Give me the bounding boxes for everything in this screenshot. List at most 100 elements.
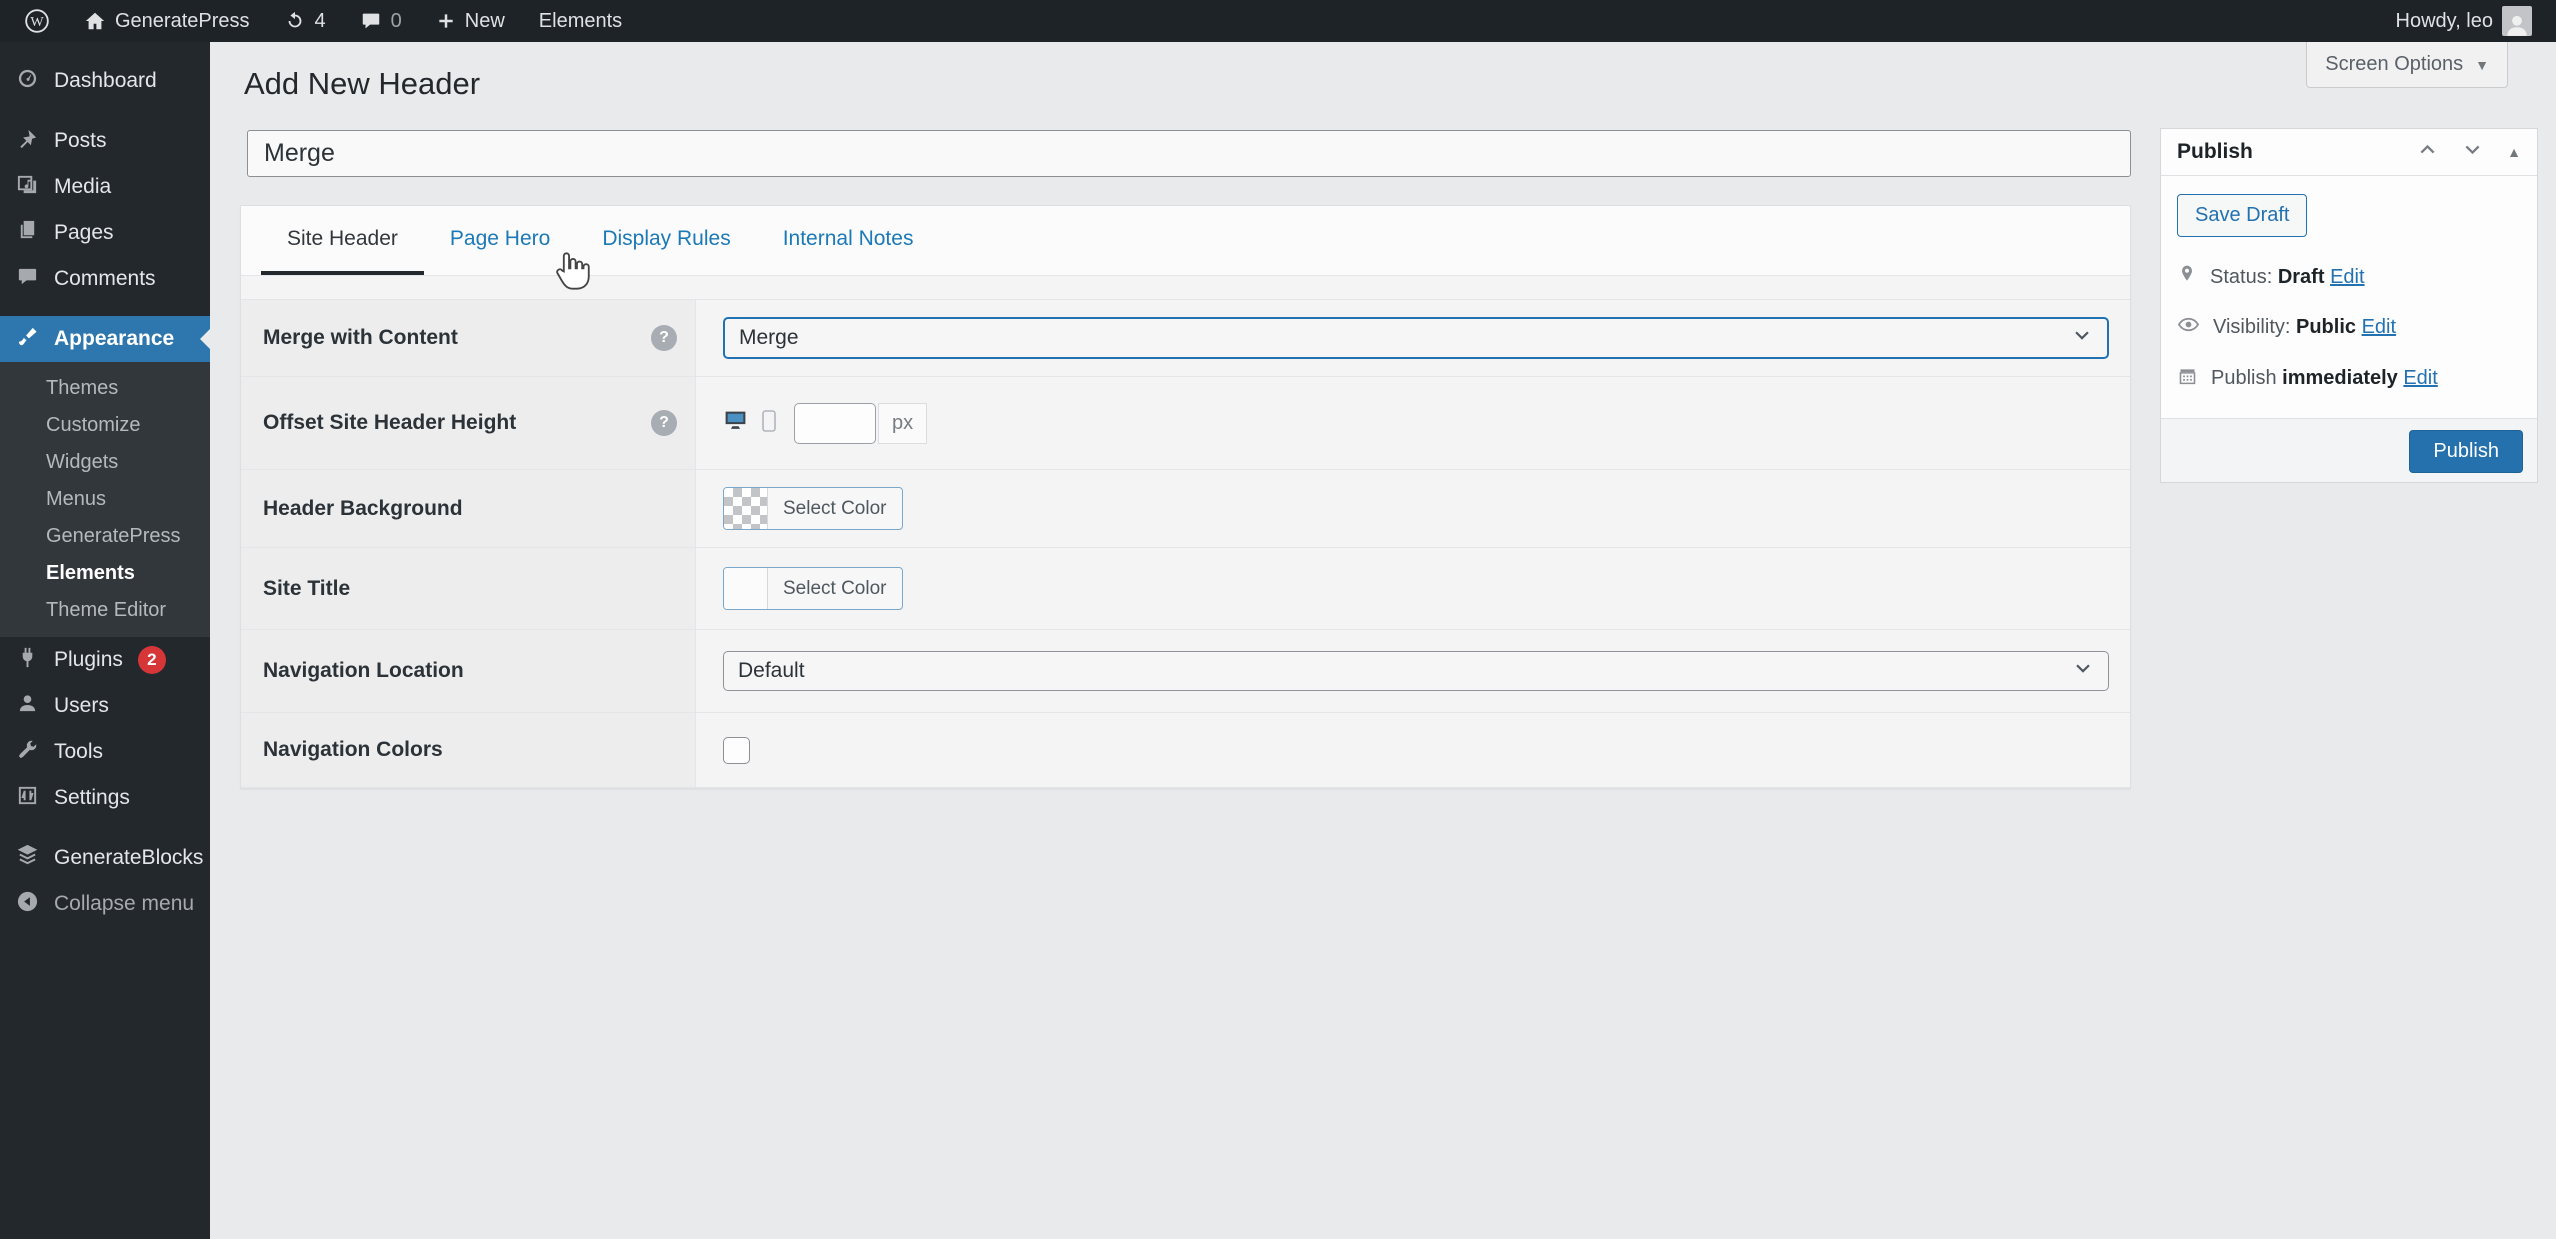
sidebar-item-users[interactable]: Users <box>0 683 210 729</box>
submenu-item-elements[interactable]: Elements <box>0 555 210 592</box>
site-title-color-picker[interactable]: Select Color <box>723 567 903 610</box>
sidebar-item-dashboard[interactable]: Dashboard <box>0 58 210 104</box>
screen-options-button[interactable]: Screen Options ▼ <box>2306 42 2508 88</box>
admin-bar-site-link[interactable]: GeneratePress <box>84 10 250 33</box>
sidebar-item-tools[interactable]: Tools <box>0 729 210 775</box>
plugin-icon <box>16 646 39 675</box>
sidebar-item-settings[interactable]: Settings <box>0 775 210 821</box>
admin-menu: Dashboard Posts Media Pages Comments <box>0 42 210 927</box>
submenu-item-generatepress[interactable]: GeneratePress <box>0 518 210 555</box>
submenu-item-theme-editor[interactable]: Theme Editor <box>0 592 210 629</box>
edit-status-link[interactable]: Edit <box>2330 266 2364 288</box>
status-value: Draft <box>2278 266 2325 288</box>
navigation-colors-checkbox[interactable] <box>723 737 750 764</box>
sidebar-item-label: Plugins <box>54 648 123 672</box>
publish-panel: Publish ▲ Save Draft Status: Draft Edit <box>2160 128 2538 483</box>
sidebar-item-media[interactable]: Media <box>0 164 210 210</box>
device-toggle <box>723 408 776 438</box>
post-status-pin-icon <box>2177 264 2197 290</box>
submenu-item-widgets[interactable]: Widgets <box>0 444 210 481</box>
tab-page-hero[interactable]: Page Hero <box>424 206 576 275</box>
row-site-title: Site Title Select Color <box>241 547 2130 629</box>
admin-bar-updates[interactable]: 4 <box>284 10 326 33</box>
help-icon[interactable]: ? <box>651 325 677 351</box>
wordpress-logo-menu[interactable]: W <box>24 8 50 34</box>
edit-visibility-link[interactable]: Edit <box>2362 316 2396 338</box>
publish-button[interactable]: Publish <box>2409 430 2523 473</box>
status-text: Status: Draft Edit <box>2210 266 2365 289</box>
admin-bar-right: Howdy, leo <box>2396 6 2532 36</box>
sidebar-item-generateblocks[interactable]: GenerateBlocks <box>0 835 210 881</box>
admin-sidebar: Dashboard Posts Media Pages Comments <box>0 42 210 1239</box>
field-cell: px <box>696 377 2130 469</box>
toggle-panel-icon[interactable]: ▲ <box>2507 144 2521 160</box>
sidebar-item-plugins[interactable]: Plugins 2 <box>0 637 210 683</box>
publish-panel-title: Publish <box>2177 140 2253 164</box>
page-title: Add New Header <box>244 66 480 102</box>
wrench-icon <box>16 738 39 767</box>
menu-separator <box>0 104 210 118</box>
row-navigation-colors: Navigation Colors <box>241 712 2130 788</box>
admin-bar-my-account[interactable]: Howdy, leo <box>2396 6 2532 36</box>
mobile-icon[interactable] <box>762 410 776 437</box>
menu-separator <box>0 821 210 835</box>
sidebar-item-comments[interactable]: Comments <box>0 256 210 302</box>
visibility-label: Visibility: <box>2213 316 2290 338</box>
field-label: Navigation Colors <box>263 738 443 762</box>
tab-internal-notes[interactable]: Internal Notes <box>757 206 940 275</box>
sidebar-item-pages[interactable]: Pages <box>0 210 210 256</box>
comments-icon <box>16 265 39 294</box>
move-down-icon[interactable] <box>2462 139 2483 165</box>
admin-bar: W GeneratePress 4 0 <box>0 0 2556 42</box>
offset-height-input[interactable] <box>794 403 876 444</box>
field-label-cell: Navigation Location <box>241 630 696 712</box>
publish-panel-controls: ▲ <box>2417 139 2521 165</box>
admin-bar-left: W GeneratePress 4 0 <box>24 8 622 34</box>
sidebar-item-label: Tools <box>54 740 103 764</box>
submenu-item-menus[interactable]: Menus <box>0 481 210 518</box>
field-cell: Select Color <box>696 548 2130 629</box>
sidebar-item-posts[interactable]: Posts <box>0 118 210 164</box>
appearance-brush-icon <box>16 325 39 354</box>
sidebar-item-label: Comments <box>54 267 156 291</box>
field-label-cell: Header Background <box>241 470 696 547</box>
admin-bar-new[interactable]: New <box>436 10 505 33</box>
submenu-item-themes[interactable]: Themes <box>0 370 210 407</box>
eye-icon <box>2177 313 2200 342</box>
unit-label: px <box>878 403 927 444</box>
main-content: Screen Options ▼ Add New Header Site Hea… <box>210 42 2556 1239</box>
tab-display-rules[interactable]: Display Rules <box>576 206 756 275</box>
home-icon <box>84 10 106 32</box>
sidebar-item-label: Collapse menu <box>54 892 194 916</box>
field-label-cell: Merge with Content ? <box>241 300 696 376</box>
user-icon <box>16 692 39 721</box>
edit-schedule-link[interactable]: Edit <box>2403 367 2437 389</box>
publish-panel-header[interactable]: Publish ▲ <box>2161 129 2537 176</box>
sidebar-item-label: Media <box>54 175 111 199</box>
generateblocks-icon <box>16 844 39 873</box>
tab-site-header[interactable]: Site Header <box>261 206 424 275</box>
visibility-value: Public <box>2296 316 2356 338</box>
admin-bar-comments[interactable]: 0 <box>360 10 402 33</box>
submenu-item-customize[interactable]: Customize <box>0 407 210 444</box>
element-title-input[interactable] <box>247 130 2131 177</box>
sidebar-item-collapse-menu[interactable]: Collapse menu <box>0 881 210 927</box>
merge-with-content-select[interactable]: Merge <box>723 317 2109 359</box>
sidebar-item-appearance[interactable]: Appearance <box>0 316 210 362</box>
header-background-color-picker[interactable]: Select Color <box>723 487 903 530</box>
move-up-icon[interactable] <box>2417 139 2438 165</box>
desktop-icon[interactable] <box>723 408 748 438</box>
field-label: Merge with Content <box>263 326 458 350</box>
save-draft-button[interactable]: Save Draft <box>2177 194 2307 237</box>
appearance-submenu: Themes Customize Widgets Menus GenerateP… <box>0 362 210 637</box>
visibility-text: Visibility: Public Edit <box>2213 316 2396 339</box>
admin-bar-elements[interactable]: Elements <box>539 10 622 33</box>
plus-icon <box>436 11 456 31</box>
select-color-button: Select Color <box>768 568 902 609</box>
color-swatch-empty <box>724 568 768 609</box>
field-cell: Default <box>696 630 2130 712</box>
navigation-location-select[interactable]: Default <box>723 651 2109 691</box>
sidebar-item-label: Users <box>54 694 109 718</box>
help-icon[interactable]: ? <box>651 410 677 436</box>
field-cell: Select Color <box>696 470 2130 547</box>
